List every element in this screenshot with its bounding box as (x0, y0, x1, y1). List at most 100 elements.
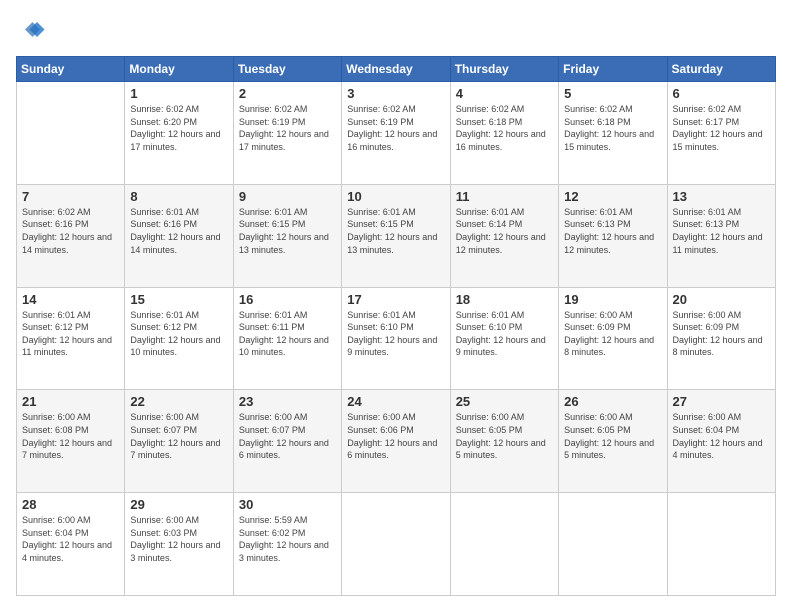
calendar-cell: 16 Sunrise: 6:01 AMSunset: 6:11 PMDayligh… (233, 287, 341, 390)
calendar-cell: 24 Sunrise: 6:00 AMSunset: 6:06 PMDayligh… (342, 390, 450, 493)
calendar-cell (450, 493, 558, 596)
day-number: 15 (130, 292, 227, 307)
day-info: Sunrise: 6:01 AMSunset: 6:13 PMDaylight:… (564, 206, 661, 256)
calendar-cell: 4 Sunrise: 6:02 AMSunset: 6:18 PMDaylight… (450, 82, 558, 185)
calendar-cell: 1 Sunrise: 6:02 AMSunset: 6:20 PMDaylight… (125, 82, 233, 185)
calendar-cell: 13 Sunrise: 6:01 AMSunset: 6:13 PMDayligh… (667, 184, 775, 287)
day-number: 17 (347, 292, 444, 307)
calendar-cell: 6 Sunrise: 6:02 AMSunset: 6:17 PMDaylight… (667, 82, 775, 185)
calendar-week-5: 28 Sunrise: 6:00 AMSunset: 6:04 PMDayligh… (17, 493, 776, 596)
calendar-cell: 17 Sunrise: 6:01 AMSunset: 6:10 PMDayligh… (342, 287, 450, 390)
calendar-cell: 26 Sunrise: 6:00 AMSunset: 6:05 PMDayligh… (559, 390, 667, 493)
day-number: 11 (456, 189, 553, 204)
calendar-cell: 23Sunrise: 6:00 AMSunset: 6:07 PMDayligh… (233, 390, 341, 493)
day-info: Sunrise: 6:00 AMSunset: 6:03 PMDaylight:… (130, 514, 227, 564)
day-info: Sunrise: 6:02 AMSunset: 6:18 PMDaylight:… (564, 103, 661, 153)
calendar-cell (17, 82, 125, 185)
day-number: 22 (130, 394, 227, 409)
day-number: 24 (347, 394, 444, 409)
day-info: Sunrise: 6:01 AMSunset: 6:10 PMDaylight:… (456, 309, 553, 359)
day-number: 26 (564, 394, 661, 409)
day-info: Sunrise: 6:02 AMSunset: 6:19 PMDaylight:… (347, 103, 444, 153)
day-info: Sunrise: 6:00 AMSunset: 6:05 PMDaylight:… (456, 411, 553, 461)
day-number: 19 (564, 292, 661, 307)
day-number: 6 (673, 86, 770, 101)
weekday-header-monday: Monday (125, 57, 233, 82)
calendar-cell: 30Sunrise: 5:59 AMSunset: 6:02 PMDayligh… (233, 493, 341, 596)
calendar-cell (342, 493, 450, 596)
calendar-week-2: 7 Sunrise: 6:02 AMSunset: 6:16 PMDaylight… (17, 184, 776, 287)
day-number: 20 (673, 292, 770, 307)
day-number: 4 (456, 86, 553, 101)
day-number: 21 (22, 394, 119, 409)
weekday-header-wednesday: Wednesday (342, 57, 450, 82)
day-number: 7 (22, 189, 119, 204)
calendar-cell: 9 Sunrise: 6:01 AMSunset: 6:15 PMDaylight… (233, 184, 341, 287)
calendar-week-4: 21 Sunrise: 6:00 AMSunset: 6:08 PMDayligh… (17, 390, 776, 493)
day-number: 2 (239, 86, 336, 101)
day-info: Sunrise: 6:00 AMSunset: 6:09 PMDaylight:… (673, 309, 770, 359)
day-number: 13 (673, 189, 770, 204)
calendar-cell: 8 Sunrise: 6:01 AMSunset: 6:16 PMDaylight… (125, 184, 233, 287)
day-number: 1 (130, 86, 227, 101)
day-info: Sunrise: 6:00 AMSunset: 6:09 PMDaylight:… (564, 309, 661, 359)
day-info: Sunrise: 6:00 AMSunset: 6:08 PMDaylight:… (22, 411, 119, 461)
day-info: Sunrise: 6:01 AMSunset: 6:12 PMDaylight:… (22, 309, 119, 359)
day-info: Sunrise: 6:00 AMSunset: 6:07 PMDaylight:… (239, 411, 336, 461)
calendar-cell: 5 Sunrise: 6:02 AMSunset: 6:18 PMDaylight… (559, 82, 667, 185)
day-info: Sunrise: 6:01 AMSunset: 6:11 PMDaylight:… (239, 309, 336, 359)
calendar-cell: 25 Sunrise: 6:00 AMSunset: 6:05 PMDayligh… (450, 390, 558, 493)
day-number: 16 (239, 292, 336, 307)
calendar-cell: 20 Sunrise: 6:00 AMSunset: 6:09 PMDayligh… (667, 287, 775, 390)
day-info: Sunrise: 6:02 AMSunset: 6:17 PMDaylight:… (673, 103, 770, 153)
day-info: Sunrise: 6:01 AMSunset: 6:16 PMDaylight:… (130, 206, 227, 256)
day-info: Sunrise: 5:59 AMSunset: 6:02 PMDaylight:… (239, 514, 336, 564)
day-number: 28 (22, 497, 119, 512)
day-info: Sunrise: 6:01 AMSunset: 6:13 PMDaylight:… (673, 206, 770, 256)
calendar-cell: 18 Sunrise: 6:01 AMSunset: 6:10 PMDayligh… (450, 287, 558, 390)
day-info: Sunrise: 6:01 AMSunset: 6:10 PMDaylight:… (347, 309, 444, 359)
day-number: 8 (130, 189, 227, 204)
calendar-cell: 7 Sunrise: 6:02 AMSunset: 6:16 PMDaylight… (17, 184, 125, 287)
day-info: Sunrise: 6:01 AMSunset: 6:15 PMDaylight:… (239, 206, 336, 256)
weekday-header-tuesday: Tuesday (233, 57, 341, 82)
weekday-header-saturday: Saturday (667, 57, 775, 82)
day-info: Sunrise: 6:02 AMSunset: 6:19 PMDaylight:… (239, 103, 336, 153)
day-number: 27 (673, 394, 770, 409)
day-number: 10 (347, 189, 444, 204)
calendar-cell: 10 Sunrise: 6:01 AMSunset: 6:15 PMDayligh… (342, 184, 450, 287)
calendar-cell: 14Sunrise: 6:01 AMSunset: 6:12 PMDayligh… (17, 287, 125, 390)
day-info: Sunrise: 6:00 AMSunset: 6:07 PMDaylight:… (130, 411, 227, 461)
weekday-header-row: SundayMondayTuesdayWednesdayThursdayFrid… (17, 57, 776, 82)
day-number: 25 (456, 394, 553, 409)
calendar-cell: 27 Sunrise: 6:00 AMSunset: 6:04 PMDayligh… (667, 390, 775, 493)
day-info: Sunrise: 6:00 AMSunset: 6:04 PMDaylight:… (22, 514, 119, 564)
calendar-cell: 11 Sunrise: 6:01 AMSunset: 6:14 PMDayligh… (450, 184, 558, 287)
day-info: Sunrise: 6:01 AMSunset: 6:15 PMDaylight:… (347, 206, 444, 256)
day-info: Sunrise: 6:00 AMSunset: 6:05 PMDaylight:… (564, 411, 661, 461)
weekday-header-sunday: Sunday (17, 57, 125, 82)
day-info: Sunrise: 6:00 AMSunset: 6:06 PMDaylight:… (347, 411, 444, 461)
calendar-cell (559, 493, 667, 596)
day-info: Sunrise: 6:01 AMSunset: 6:14 PMDaylight:… (456, 206, 553, 256)
calendar-cell: 22 Sunrise: 6:00 AMSunset: 6:07 PMDayligh… (125, 390, 233, 493)
calendar-cell: 15 Sunrise: 6:01 AMSunset: 6:12 PMDayligh… (125, 287, 233, 390)
page: SundayMondayTuesdayWednesdayThursdayFrid… (0, 0, 792, 612)
calendar-week-3: 14Sunrise: 6:01 AMSunset: 6:12 PMDayligh… (17, 287, 776, 390)
calendar-cell: 28 Sunrise: 6:00 AMSunset: 6:04 PMDayligh… (17, 493, 125, 596)
day-info: Sunrise: 6:01 AMSunset: 6:12 PMDaylight:… (130, 309, 227, 359)
day-number: 29 (130, 497, 227, 512)
day-number: 12 (564, 189, 661, 204)
day-info: Sunrise: 6:02 AMSunset: 6:16 PMDaylight:… (22, 206, 119, 256)
calendar-cell: 19 Sunrise: 6:00 AMSunset: 6:09 PMDayligh… (559, 287, 667, 390)
day-number: 5 (564, 86, 661, 101)
day-info: Sunrise: 6:00 AMSunset: 6:04 PMDaylight:… (673, 411, 770, 461)
day-number: 9 (239, 189, 336, 204)
calendar-cell (667, 493, 775, 596)
day-info: Sunrise: 6:02 AMSunset: 6:20 PMDaylight:… (130, 103, 227, 153)
day-number: 18 (456, 292, 553, 307)
day-info: Sunrise: 6:02 AMSunset: 6:18 PMDaylight:… (456, 103, 553, 153)
weekday-header-friday: Friday (559, 57, 667, 82)
calendar-cell: 12 Sunrise: 6:01 AMSunset: 6:13 PMDayligh… (559, 184, 667, 287)
header (16, 16, 776, 46)
